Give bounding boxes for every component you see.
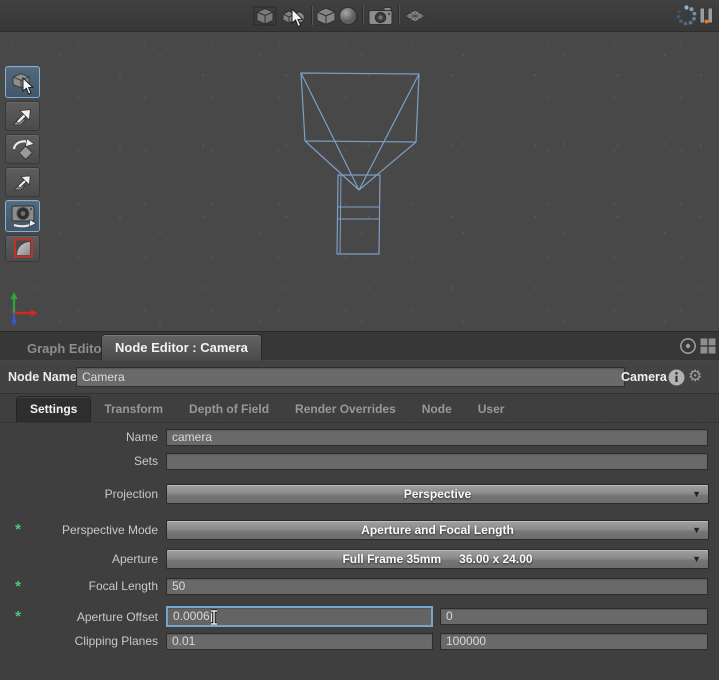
node-name-input[interactable]: Camera [76, 367, 625, 387]
section-tab-bar: Settings Transform Depth of Field Render… [0, 397, 719, 423]
tab-settings[interactable]: Settings [16, 396, 91, 422]
sets-label: Sets [0, 453, 158, 470]
axis-gizmo-icon [4, 290, 49, 330]
chevron-down-icon: ▼ [692, 521, 701, 539]
translate-tool-button[interactable] [5, 101, 40, 131]
tab-user[interactable]: User [465, 396, 518, 422]
projection-label: Projection [0, 484, 158, 504]
chevron-down-icon: ▼ [692, 550, 701, 568]
3d-viewport[interactable] [0, 32, 719, 331]
node-editor-panel: Graph Editor Node Editor : Camera Node N… [0, 331, 719, 680]
rotate-tool-button[interactable] [5, 134, 40, 164]
node-type-label: Camera [621, 361, 667, 393]
perspective-mode-value: Aperture and Focal Length [361, 523, 514, 537]
info-icon[interactable] [668, 369, 685, 386]
perspective-mode-dropdown[interactable]: Aperture and Focal Length ▼ [166, 520, 709, 540]
tab-transform[interactable]: Transform [91, 396, 176, 422]
layout-grid-icon[interactable] [700, 338, 716, 354]
tab-render-overrides[interactable]: Render Overrides [282, 396, 409, 422]
perspective-mode-label: Perspective Mode [0, 520, 158, 540]
wireframe-cube-icon[interactable] [251, 3, 279, 28]
node-name-row: Node Name Camera Camera ⚙ [0, 361, 719, 394]
tab-depth-of-field[interactable]: Depth of Field [176, 396, 282, 422]
projection-value: Perspective [404, 487, 471, 501]
application-window: Graph Editor Node Editor : Camera Node N… [0, 0, 719, 680]
name-input[interactable]: camera [166, 429, 708, 446]
clipping-planes-label: Clipping Planes [0, 633, 158, 650]
clipping-near-input[interactable]: 0.01 [166, 633, 433, 650]
select-object-icon[interactable] [281, 3, 307, 28]
clipping-far-input[interactable]: 100000 [440, 633, 708, 650]
projection-dropdown[interactable]: Perspective ▼ [166, 484, 709, 504]
tab-node[interactable]: Node [409, 396, 465, 422]
scale-tool-button[interactable] [5, 167, 40, 197]
chevron-down-icon: ▼ [692, 485, 701, 503]
node-name-label: Node Name [8, 361, 77, 393]
toolbar-separator [311, 6, 312, 25]
camera-orbit-tool-button[interactable] [5, 200, 40, 232]
aperture-dropdown[interactable]: Full Frame 35mm 36.00 x 24.00 ▼ [166, 549, 709, 569]
gear-icon[interactable]: ⚙ [688, 361, 702, 393]
name-label: Name [0, 429, 158, 446]
render-region-tool-button[interactable] [5, 235, 40, 262]
sets-input[interactable] [166, 453, 708, 470]
aperture-size: 36.00 x 24.00 [459, 552, 532, 566]
select-tool-button[interactable] [5, 66, 40, 98]
camera-icon[interactable] [366, 3, 394, 28]
aperture-offset-x-value: 0.0006 [173, 609, 210, 623]
aperture-preset: Full Frame 35mm [342, 552, 441, 566]
focal-length-label: Focal Length [0, 578, 158, 595]
tab-node-editor-camera[interactable]: Node Editor : Camera [101, 334, 262, 361]
toolbar-separator [398, 6, 399, 25]
aperture-offset-label: Aperture Offset [0, 607, 158, 627]
text-caret [211, 610, 212, 622]
aperture-offset-x-input[interactable]: 0.0006 [166, 606, 433, 627]
camera-wireframe [0, 32, 719, 331]
focal-length-input[interactable]: 50 [166, 578, 708, 595]
pause-button[interactable] [697, 3, 717, 28]
cube-icon[interactable] [314, 3, 338, 28]
record-dot-icon [705, 19, 709, 23]
sphere-icon[interactable] [336, 3, 359, 28]
aperture-label: Aperture [0, 549, 158, 569]
ground-plane-icon[interactable] [402, 3, 427, 28]
viewport-toolbar [0, 0, 719, 32]
panel-tab-bar: Graph Editor Node Editor : Camera [0, 332, 719, 361]
aperture-offset-y-input[interactable]: 0 [440, 608, 708, 625]
target-icon[interactable] [679, 337, 697, 355]
progress-spinner-icon [674, 3, 698, 28]
toolbar-separator [362, 6, 363, 25]
